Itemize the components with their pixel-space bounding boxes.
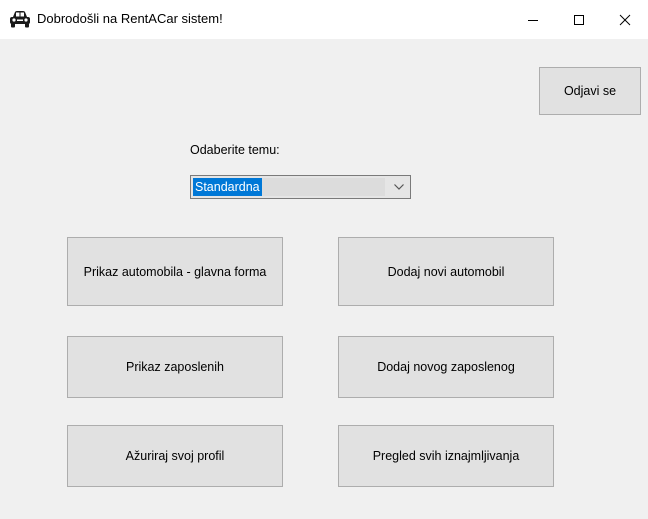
maximize-button[interactable] [556,0,602,39]
window-title: Dobrodošli na RentACar sistem! [37,11,223,26]
main-window: Dobrodošli na RentACar sistem! Odjavi se… [0,0,648,519]
show-cars-button[interactable]: Prikaz automobila - glavna forma [67,237,283,306]
theme-selected-text: Standardna [193,178,262,196]
add-car-button[interactable]: Dodaj novi automobil [338,237,554,306]
show-employees-button[interactable]: Prikaz zaposlenih [67,336,283,398]
logout-button[interactable]: Odjavi se [539,67,641,115]
theme-select[interactable]: Standardna [190,175,411,199]
all-rentals-button[interactable]: Pregled svih iznajmljivanja [338,425,554,487]
theme-label: Odaberite temu: [190,143,280,157]
close-icon [619,14,631,25]
theme-dropdown-button[interactable] [388,176,410,198]
maximize-icon [574,14,584,25]
title-bar: Dobrodošli na RentACar sistem! [0,0,648,39]
minimize-icon [528,19,538,21]
close-button[interactable] [602,0,648,39]
theme-select-value: Standardna [193,178,385,196]
add-employee-button[interactable]: Dodaj novog zaposlenog [338,336,554,398]
update-profile-button[interactable]: Ažuriraj svoj profil [67,425,283,487]
form-body: Odjavi se Odaberite temu: Standardna Pri… [0,39,648,519]
chevron-down-icon [394,184,404,190]
car-icon [10,11,30,28]
minimize-button[interactable] [510,0,556,39]
